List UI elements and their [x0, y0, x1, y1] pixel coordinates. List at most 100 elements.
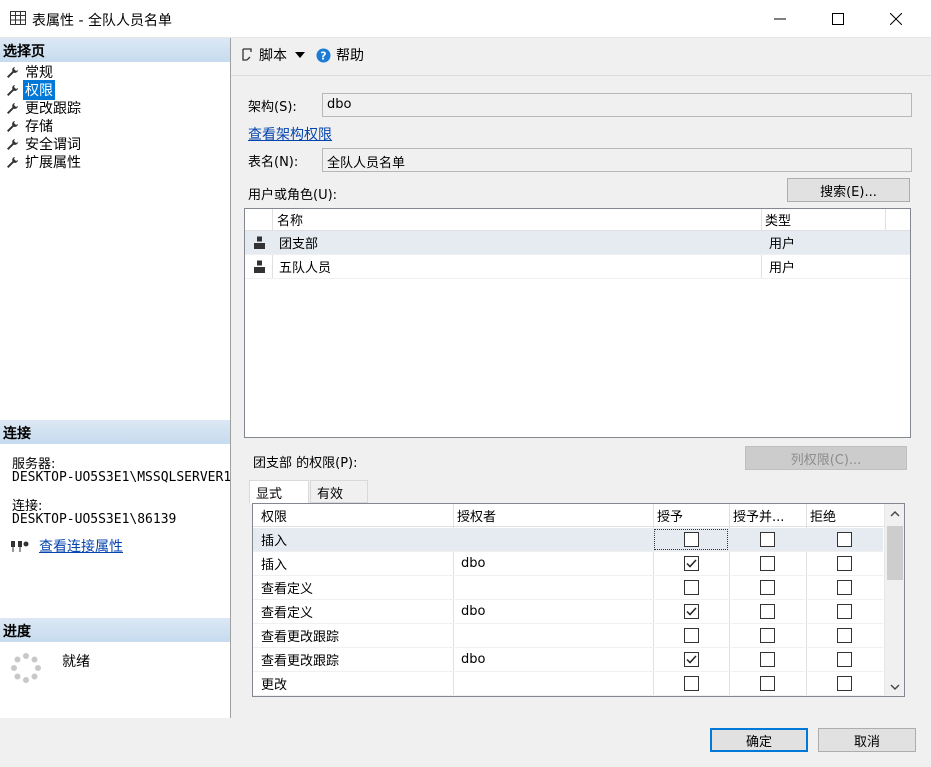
view-schema-permissions-link[interactable]: 查看架构权限	[248, 124, 332, 144]
minimize-icon	[774, 18, 786, 20]
with-grant-checkbox[interactable]	[760, 604, 775, 619]
nav-item[interactable]: 存储	[6, 117, 55, 135]
nav-item[interactable]: 扩展属性	[6, 153, 83, 171]
permission-grantor	[457, 528, 653, 551]
table-icon	[10, 11, 26, 25]
user-row[interactable]: 五队人员 用户	[245, 255, 910, 279]
permission-grantor	[457, 624, 653, 647]
grant-checkbox[interactable]	[683, 676, 699, 691]
user-row[interactable]: 团支部 用户	[245, 231, 910, 255]
deny-checkbox[interactable]	[836, 580, 852, 595]
table-name-label: 表名(N):	[248, 155, 299, 170]
deny-checkbox[interactable]	[836, 676, 852, 691]
with-grant-checkbox[interactable]	[760, 652, 775, 667]
deny-checkbox[interactable]	[836, 652, 852, 667]
permission-name: 插入	[261, 558, 288, 573]
help-label: 帮助	[336, 48, 364, 64]
permission-row[interactable]: 查看更改跟踪	[253, 624, 883, 648]
tab-explicit[interactable]: 显式	[249, 480, 309, 504]
with-grant-checkbox[interactable]	[760, 532, 775, 547]
user-type: 用户	[769, 237, 796, 252]
minimize-button[interactable]	[751, 0, 809, 38]
grant-checkbox[interactable]	[683, 604, 699, 619]
view-connection-properties-link[interactable]: 查看连接属性	[39, 536, 123, 556]
dropdown-arrow-icon	[295, 52, 305, 58]
user-name: 五队人员	[279, 261, 332, 276]
nav-item-label: 常规	[25, 65, 53, 81]
permissions-scrollbar[interactable]	[884, 504, 904, 696]
permission-row[interactable]: 查看更改跟踪 dbo	[253, 648, 883, 672]
close-button[interactable]	[867, 0, 925, 38]
permission-row[interactable]: 插入	[253, 528, 883, 552]
schema-field: dbo	[322, 93, 912, 117]
server-value: DESKTOP-UO5S3E1\MSSQLSERVER1	[12, 470, 230, 485]
search-button[interactable]: 搜索(E)...	[787, 178, 910, 202]
wrench-icon	[7, 84, 18, 96]
wrench-icon	[7, 138, 18, 150]
grant-checkbox[interactable]	[683, 652, 699, 667]
grant-checkbox[interactable]	[683, 580, 699, 595]
grant-checkbox[interactable]	[683, 532, 699, 547]
tab-effective[interactable]: 有效	[310, 480, 368, 503]
nav-item[interactable]: 常规	[6, 63, 55, 81]
nav-item-label: 更改跟踪	[25, 101, 81, 117]
script-button[interactable]: 脚本	[240, 45, 305, 65]
users-roles-label: 用户或角色(U):	[248, 188, 338, 203]
column-header-grant[interactable]: 授予	[653, 504, 729, 526]
deny-checkbox[interactable]	[836, 628, 852, 643]
grant-checkbox[interactable]	[683, 628, 699, 643]
script-icon	[242, 48, 252, 61]
window-title: 表属性 - 全队人员名单	[32, 13, 172, 29]
scroll-thumb[interactable]	[887, 526, 903, 580]
column-header-type[interactable]: 类型	[761, 209, 885, 230]
column-header-name[interactable]: 名称	[273, 209, 761, 230]
title-bar: 表属性 - 全队人员名单	[0, 0, 931, 38]
nav-item[interactable]: 安全谓词	[6, 135, 83, 153]
deny-checkbox[interactable]	[836, 556, 852, 571]
with-grant-checkbox[interactable]	[760, 628, 775, 643]
permission-grantor: dbo	[461, 604, 486, 619]
scroll-up-icon[interactable]	[890, 510, 900, 517]
column-permissions-button[interactable]: 列权限(C)...	[745, 446, 907, 470]
nav-item-label: 扩展属性	[25, 155, 81, 171]
nav-item-label: 权限	[23, 80, 55, 100]
column-header-deny[interactable]: 拒绝	[806, 504, 882, 526]
help-button[interactable]: ? 帮助	[316, 45, 364, 65]
nav-item-label: 存储	[25, 119, 53, 135]
permission-grantor: dbo	[461, 556, 486, 571]
scroll-down-icon[interactable]	[890, 684, 900, 691]
wrench-icon	[7, 156, 18, 168]
permission-name: 查看更改跟踪	[261, 630, 340, 645]
user-icon	[254, 260, 265, 273]
permission-name: 插入	[261, 534, 288, 549]
permission-row[interactable]: 查看定义	[253, 576, 883, 600]
help-icon: ?	[316, 48, 331, 62]
with-grant-checkbox[interactable]	[760, 556, 775, 571]
permission-grantor: dbo	[461, 652, 486, 667]
column-header-grantor[interactable]: 授权者	[453, 504, 653, 526]
ok-button[interactable]: 确定	[710, 728, 808, 752]
progress-header: 进度	[0, 618, 230, 642]
maximize-icon	[832, 13, 844, 25]
with-grant-checkbox[interactable]	[760, 580, 775, 595]
column-header-with-grant[interactable]: 授予并...	[729, 504, 806, 526]
wrench-icon	[7, 120, 18, 132]
permission-row[interactable]: 更改	[253, 672, 883, 696]
connection-value: DESKTOP-UO5S3E1\86139	[12, 512, 177, 527]
table-name-field: 全队人员名单	[322, 148, 912, 172]
users-grid-header: 名称 类型	[245, 209, 910, 231]
nav-item[interactable]: 权限	[6, 80, 55, 100]
maximize-button[interactable]	[809, 0, 867, 38]
nav-item-label: 安全谓词	[25, 137, 81, 153]
with-grant-checkbox[interactable]	[760, 676, 775, 691]
deny-checkbox[interactable]	[836, 604, 852, 619]
user-name: 团支部	[279, 237, 319, 252]
permission-grantor	[457, 576, 653, 599]
cancel-button[interactable]: 取消	[818, 728, 916, 752]
grant-checkbox[interactable]	[683, 556, 699, 571]
nav-item[interactable]: 更改跟踪	[6, 99, 83, 117]
column-header-permission[interactable]: 权限	[257, 504, 453, 526]
permission-row[interactable]: 插入 dbo	[253, 552, 883, 576]
permission-row[interactable]: 查看定义 dbo	[253, 600, 883, 624]
deny-checkbox[interactable]	[836, 532, 852, 547]
